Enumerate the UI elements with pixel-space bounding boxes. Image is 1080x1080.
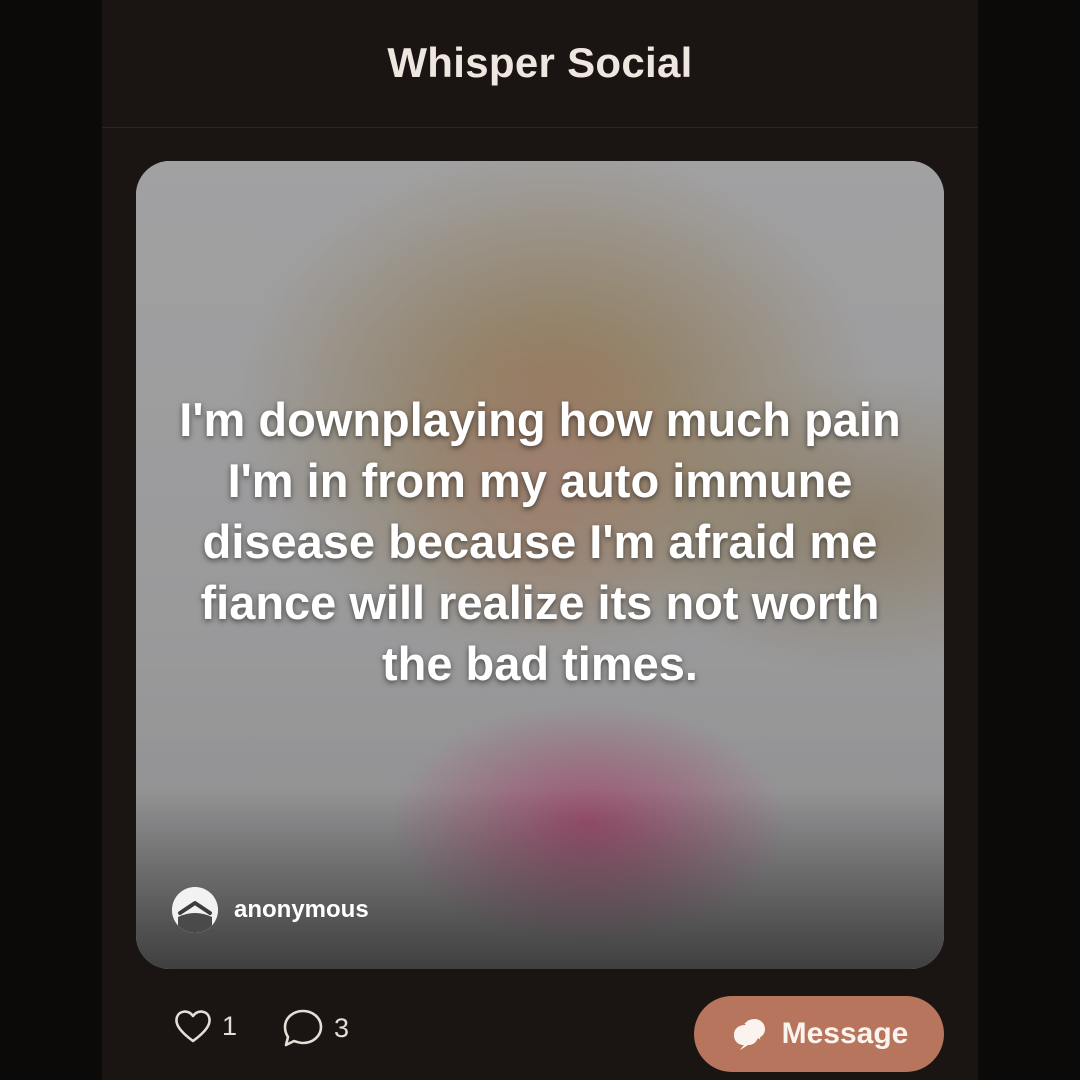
chat-bubbles-icon: [730, 1017, 768, 1051]
photo-bottom-fade: [136, 789, 944, 969]
message-button[interactable]: Message: [694, 996, 944, 1072]
anonymous-avatar-icon: [172, 887, 218, 933]
comment-count: 3: [334, 1012, 350, 1043]
like-button[interactable]: 1: [174, 1008, 237, 1044]
comment-button[interactable]: 3: [282, 1008, 349, 1048]
post-author[interactable]: anonymous: [172, 887, 369, 933]
post-text: I'm downplaying how much pain I'm in fro…: [179, 393, 901, 690]
post-actions-bar: 1 3 Message: [102, 994, 978, 1074]
heart-outline-icon: [174, 1008, 212, 1044]
speech-bubble-outline-icon: [282, 1008, 324, 1048]
author-name: anonymous: [234, 896, 369, 923]
post-card[interactable]: I'm downplaying how much pain I'm in fro…: [136, 161, 944, 969]
like-count: 1: [222, 1010, 238, 1041]
app-header: Whisper Social: [102, 0, 978, 128]
app-container: Whisper Social I'm downplaying how much …: [102, 0, 978, 1080]
message-button-label: Message: [781, 1017, 909, 1050]
app-title: Whisper Social: [387, 38, 693, 86]
